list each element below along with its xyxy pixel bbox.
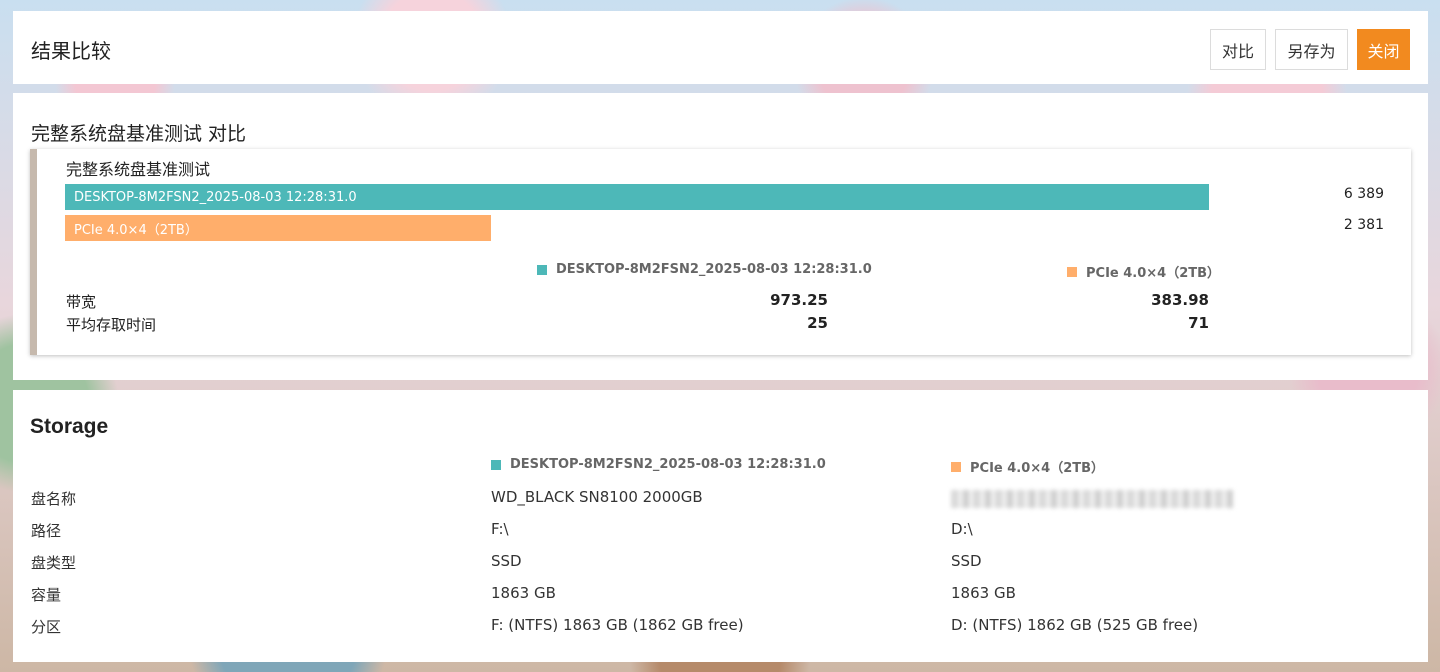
storage-value-disk-type-2: SSD (951, 552, 982, 570)
legend-swatch-series-1 (537, 264, 547, 275)
bar-series-2-label: PCIe 4.0×4（2TB） (74, 222, 198, 238)
storage-legend-series-2: PCIe 4.0×4（2TB） (951, 457, 1104, 476)
metric-access-time-series-1: 25 (807, 314, 828, 332)
legend-label-series-1: DESKTOP-8M2FSN2_2025-08-03 12:28:31.0 (556, 262, 872, 277)
metric-bandwidth-series-1: 973.25 (770, 291, 828, 309)
page-title: 结果比较 (31, 39, 111, 63)
redacted-disk-name (951, 490, 1233, 508)
legend-swatch-series-2 (1067, 266, 1077, 277)
metric-label-bandwidth: 带宽 (66, 293, 97, 311)
bar-series-1-label: DESKTOP-8M2FSN2_2025-08-03 12:28:31.0 (74, 189, 357, 205)
benchmark-card-title: 完整系统盘基准测试 (66, 160, 211, 179)
storage-value-path-2: D:\ (951, 520, 973, 538)
storage-value-capacity-2: 1863 GB (951, 584, 1016, 602)
storage-value-capacity-1: 1863 GB (491, 584, 556, 602)
legend-label-series-2: PCIe 4.0×4（2TB） (1086, 266, 1221, 281)
comparison-section-title: 完整系统盘基准测试 对比 (31, 123, 247, 145)
storage-row-path: 路径 F:\ D:\ (13, 520, 1428, 548)
storage-label-disk-type: 盘类型 (31, 554, 77, 572)
storage-label-path: 路径 (31, 522, 62, 540)
storage-legend-label-series-2: PCIe 4.0×4（2TB） (970, 461, 1105, 476)
header-panel: 结果比较 对比 另存为 关闭 (13, 11, 1428, 84)
storage-value-disk-name-1: WD_BLACK SN8100 2000GB (491, 488, 703, 506)
metric-access-time-series-2: 71 (1188, 314, 1209, 332)
storage-title: Storage (30, 415, 109, 438)
legend-series-2: PCIe 4.0×4（2TB） (1067, 262, 1220, 281)
metric-label-access-time: 平均存取时间 (66, 316, 157, 334)
bar-series-2: PCIe 4.0×4（2TB） (65, 215, 491, 241)
bar-series-2-value: 2 381 (1343, 217, 1384, 233)
storage-row-disk-type: 盘类型 SSD SSD (13, 552, 1428, 580)
storage-legend-swatch-series-1 (491, 459, 501, 470)
storage-label-partition: 分区 (31, 618, 62, 636)
storage-value-partition-1: F: (NTFS) 1863 GB (1862 GB free) (491, 616, 744, 634)
storage-value-disk-type-1: SSD (491, 552, 522, 570)
storage-value-path-1: F:\ (491, 520, 509, 538)
save-as-button[interactable]: 另存为 (1275, 29, 1348, 70)
storage-legend-swatch-series-2 (951, 461, 961, 472)
storage-label-capacity: 容量 (31, 586, 62, 604)
close-button[interactable]: 关闭 (1357, 29, 1410, 70)
storage-row-partition: 分区 F: (NTFS) 1863 GB (1862 GB free) D: (… (13, 616, 1428, 644)
bar-series-1: DESKTOP-8M2FSN2_2025-08-03 12:28:31.0 (65, 184, 1209, 210)
bar-series-1-value: 6 389 (1343, 186, 1384, 202)
benchmark-card: 完整系统盘基准测试 DESKTOP-8M2FSN2_2025-08-03 12:… (30, 149, 1411, 355)
legend-series-1: DESKTOP-8M2FSN2_2025-08-03 12:28:31.0 (537, 262, 872, 277)
storage-panel: Storage DESKTOP-8M2FSN2_2025-08-03 12:28… (13, 390, 1428, 662)
storage-legend-label-series-1: DESKTOP-8M2FSN2_2025-08-03 12:28:31.0 (510, 457, 826, 472)
storage-row-capacity: 容量 1863 GB 1863 GB (13, 584, 1428, 612)
compare-button[interactable]: 对比 (1210, 29, 1266, 70)
storage-legend-series-1: DESKTOP-8M2FSN2_2025-08-03 12:28:31.0 (491, 457, 826, 472)
storage-value-partition-2: D: (NTFS) 1862 GB (525 GB free) (951, 616, 1199, 634)
metric-bandwidth-series-2: 383.98 (1151, 291, 1209, 309)
comparison-panel: 完整系统盘基准测试 对比 完整系统盘基准测试 DESKTOP-8M2FSN2_2… (13, 93, 1428, 380)
storage-row-disk-name: 盘名称 WD_BLACK SN8100 2000GB (13, 488, 1428, 516)
storage-label-disk-name: 盘名称 (31, 490, 77, 508)
